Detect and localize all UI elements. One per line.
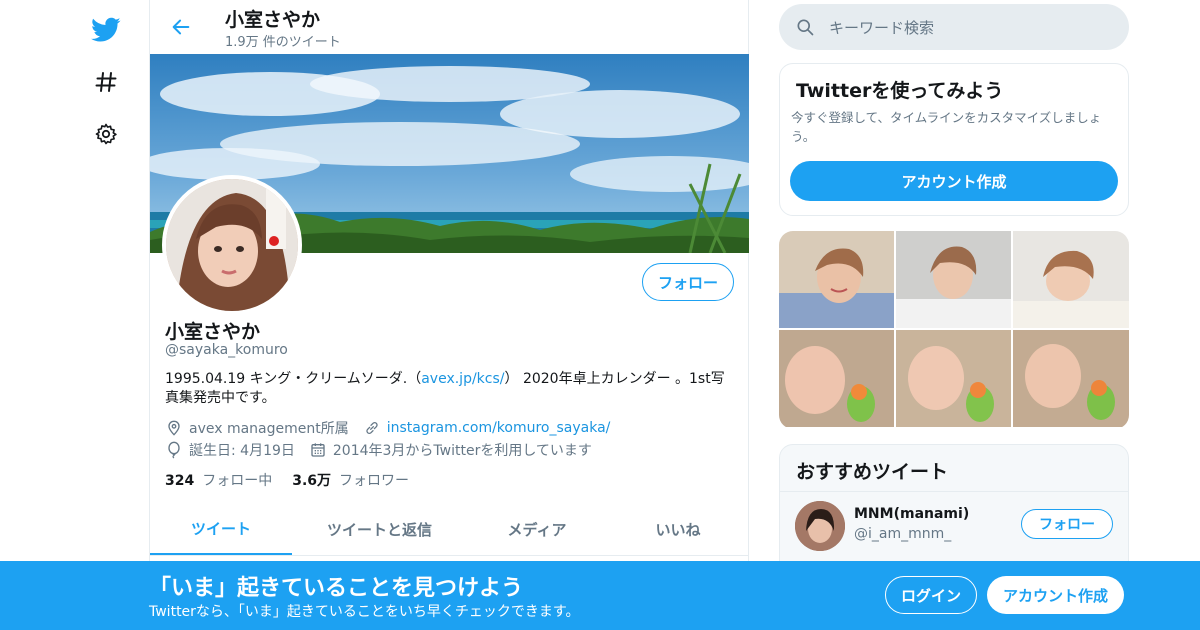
following-stat[interactable]: 324 フォロー中 [165,470,272,490]
create-account-button[interactable]: アカウント作成 [790,161,1118,201]
profile-tabs: ツイート ツイートと返信 メディア いいね [150,503,749,556]
bottom-bar-subtitle: Twitterなら、「いま」起きていることをいち早くチェックできます。 [149,604,580,620]
location-icon [165,419,183,437]
twitter-logo-icon[interactable] [86,10,126,50]
bio-link[interactable]: avex.jp/kcs/ [421,371,504,387]
link-icon [363,419,381,437]
profile-meta-row: 誕生日: 4月19日 2014年3月からTwitterを利用しています [165,440,592,460]
bottom-create-account-button[interactable]: アカウント作成 [987,576,1124,614]
media-thumbnail[interactable] [896,330,1011,427]
recommended-title: おすすめツイート [796,461,949,483]
signup-card: Twitterを使ってみよう 今すぐ登録して、タイムラインをカスタマイズしましょ… [779,63,1129,216]
location-text: avex management所属 [189,421,349,437]
followers-label: フォロワー [339,473,410,489]
media-thumbnail[interactable] [896,231,1011,328]
media-grid [779,231,1129,429]
search-bar[interactable]: キーワード検索 [779,4,1129,50]
website-link[interactable]: instagram.com/komuro_sayaka/ [387,420,611,436]
profile-bio: 1995.04.19 キング・クリームソーダ.（avex.jp/kcs/） 20… [165,370,735,408]
follow-button[interactable]: フォロー [642,263,734,301]
balloon-icon [165,441,183,459]
media-thumbnail[interactable] [779,330,894,427]
following-count: 324 [165,473,195,489]
profile-meta-row: avex management所属 instagram.com/komuro_s… [165,418,610,438]
recommended-user-handle: @i_am_mnm_ [854,526,952,542]
page-title: 小室さやか [225,9,321,31]
signup-card-title: Twitterを使ってみよう [796,80,1004,102]
media-thumbnail[interactable] [1013,231,1129,328]
tweet-count: 1.9万 件のツイート [225,35,341,50]
search-icon [795,17,815,37]
profile-avatar[interactable] [162,175,302,315]
tab-tweets[interactable]: ツイート [150,503,292,555]
signup-card-text: 今すぐ登録して、タイムラインをカスタマイズしましょう。 [791,110,1102,144]
list-item[interactable]: MNM(manami) @i_am_mnm_ フォロー [780,491,1128,561]
tab-media[interactable]: メディア [467,503,607,555]
followers-count: 3.6万 [292,473,332,489]
tab-tweets-replies[interactable]: ツイートと返信 [292,503,467,555]
login-button[interactable]: ログイン [885,576,977,614]
signup-bottom-bar: 「いま」起きていることを見つけよう Twitterなら、「いま」起きていることを… [0,561,1200,630]
hashtag-icon[interactable] [86,62,126,102]
following-label: フォロー中 [202,473,273,489]
left-nav [86,10,126,166]
recommended-user-name: MNM(manami) [854,506,970,522]
media-thumbnail[interactable] [1013,330,1129,427]
profile-handle: @sayaka_komuro [165,342,288,358]
gear-icon[interactable] [86,114,126,154]
profile-name: 小室さやか [165,321,261,343]
recommended-follow-button[interactable]: フォロー [1021,509,1113,539]
birthday-text: 誕生日: 4月19日 [189,443,295,459]
profile-header-bar: 小室さやか 1.9万 件のツイート [150,0,748,54]
bio-text: 1995.04.19 キング・クリームソーダ.（ [165,371,422,387]
back-arrow-icon[interactable] [168,14,194,40]
bottom-bar-title: 「いま」起きていることを見つけよう [149,576,524,601]
calendar-icon [309,441,327,459]
avatar[interactable] [795,501,845,551]
followers-stat[interactable]: 3.6万 フォロワー [292,470,409,490]
profile-column: 小室さやか 1.9万 件のツイート フォロー 小室さやか @sayaka_kom… [149,0,749,630]
tab-likes[interactable]: いいね [607,503,749,555]
joined-text: 2014年3月からTwitterを利用しています [332,443,592,459]
search-input[interactable]: キーワード検索 [829,17,934,38]
media-thumbnail[interactable] [779,231,894,328]
profile-stats: 324 フォロー中 3.6万 フォロワー [165,470,429,490]
